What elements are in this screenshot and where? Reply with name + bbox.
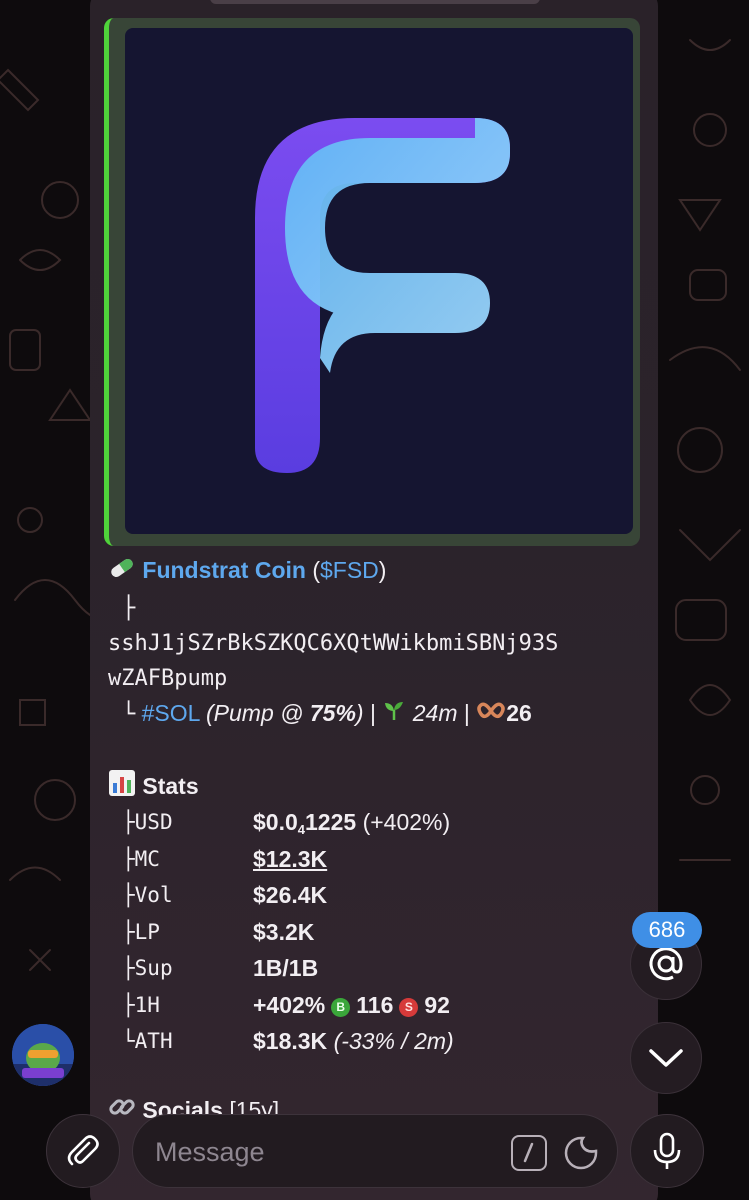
message-input[interactable]: Message — [132, 1114, 618, 1188]
commands-icon[interactable] — [511, 1135, 547, 1171]
sell-icon: S — [399, 998, 419, 1017]
stat-value: $26.4K — [253, 882, 328, 908]
previous-message-edge — [210, 0, 540, 4]
token-logo-image[interactable] — [125, 28, 633, 534]
infinity-icon — [476, 697, 506, 732]
token-title-line: Fundstrat Coin ($FSD) — [108, 553, 386, 589]
stat-value: 1B/1B — [253, 955, 319, 981]
bot-avatar[interactable] — [12, 1024, 74, 1086]
stat-key: ├LP — [122, 920, 160, 944]
chain-info-line: └ #SOL (Pump @ 75%) | 24m | 26 — [122, 696, 532, 732]
stat-key: └ATH — [122, 1029, 173, 1053]
chain-hashtag[interactable]: #SOL — [142, 700, 200, 726]
stat-key: ├Vol — [122, 883, 173, 907]
sticker-icon[interactable] — [563, 1135, 599, 1176]
stat-value: $0.041225 (+402%) — [253, 809, 451, 837]
stats-heading: Stats — [108, 769, 199, 807]
pill-icon — [108, 554, 136, 589]
bar-chart-icon — [108, 769, 136, 807]
stat-value: +402% B 116 S 92 — [253, 992, 450, 1018]
microphone-icon — [653, 1132, 681, 1169]
buy-icon: B — [331, 998, 351, 1017]
composer-bar: Message — [0, 1104, 749, 1200]
token-name-link[interactable]: Fundstrat Coin — [142, 557, 306, 583]
pump-pct: 75% — [309, 700, 356, 726]
contract-address-line2[interactable]: wZAFBpump — [108, 661, 227, 696]
token-age: 24m — [412, 700, 458, 726]
token-ticker-link[interactable]: $FSD — [320, 557, 379, 583]
pump-prefix: (Pump @ — [206, 700, 310, 726]
paperclip-icon — [67, 1135, 99, 1166]
voice-record-button[interactable] — [630, 1114, 704, 1188]
chevron-down-icon — [649, 1049, 683, 1067]
tree-branch: ├ — [122, 596, 136, 621]
stats-heading-text: Stats — [142, 773, 199, 800]
mentions-count-badge[interactable]: 686 — [632, 912, 702, 948]
separator: | — [369, 700, 376, 726]
attach-button[interactable] — [46, 1114, 120, 1188]
holders-count: 26 — [506, 700, 532, 726]
stat-key: ├MC — [122, 847, 160, 871]
stat-key: ├1H — [122, 993, 160, 1017]
market-cap-link[interactable]: $12.3K — [253, 842, 327, 877]
at-sign-icon — [649, 947, 683, 981]
stat-key: ├USD — [122, 810, 173, 834]
stat-value: $18.3K (-33% / 2m) — [253, 1028, 454, 1054]
stat-key: ├Sup — [122, 956, 173, 980]
pump-suffix: ) — [355, 700, 364, 726]
tree-end: └ — [122, 702, 136, 727]
scroll-down-button[interactable] — [630, 1022, 702, 1094]
fundstrat-logo — [255, 118, 510, 473]
stat-value: $3.2K — [253, 919, 315, 945]
message-placeholder: Message — [155, 1137, 265, 1167]
link-preview[interactable] — [104, 18, 640, 546]
separator: | — [463, 700, 470, 726]
contract-address-line1[interactable]: sshJ1jSZrBkSZKQC6XQtWWikbmiSBNj93S — [108, 626, 558, 661]
seedling-icon — [382, 697, 406, 732]
